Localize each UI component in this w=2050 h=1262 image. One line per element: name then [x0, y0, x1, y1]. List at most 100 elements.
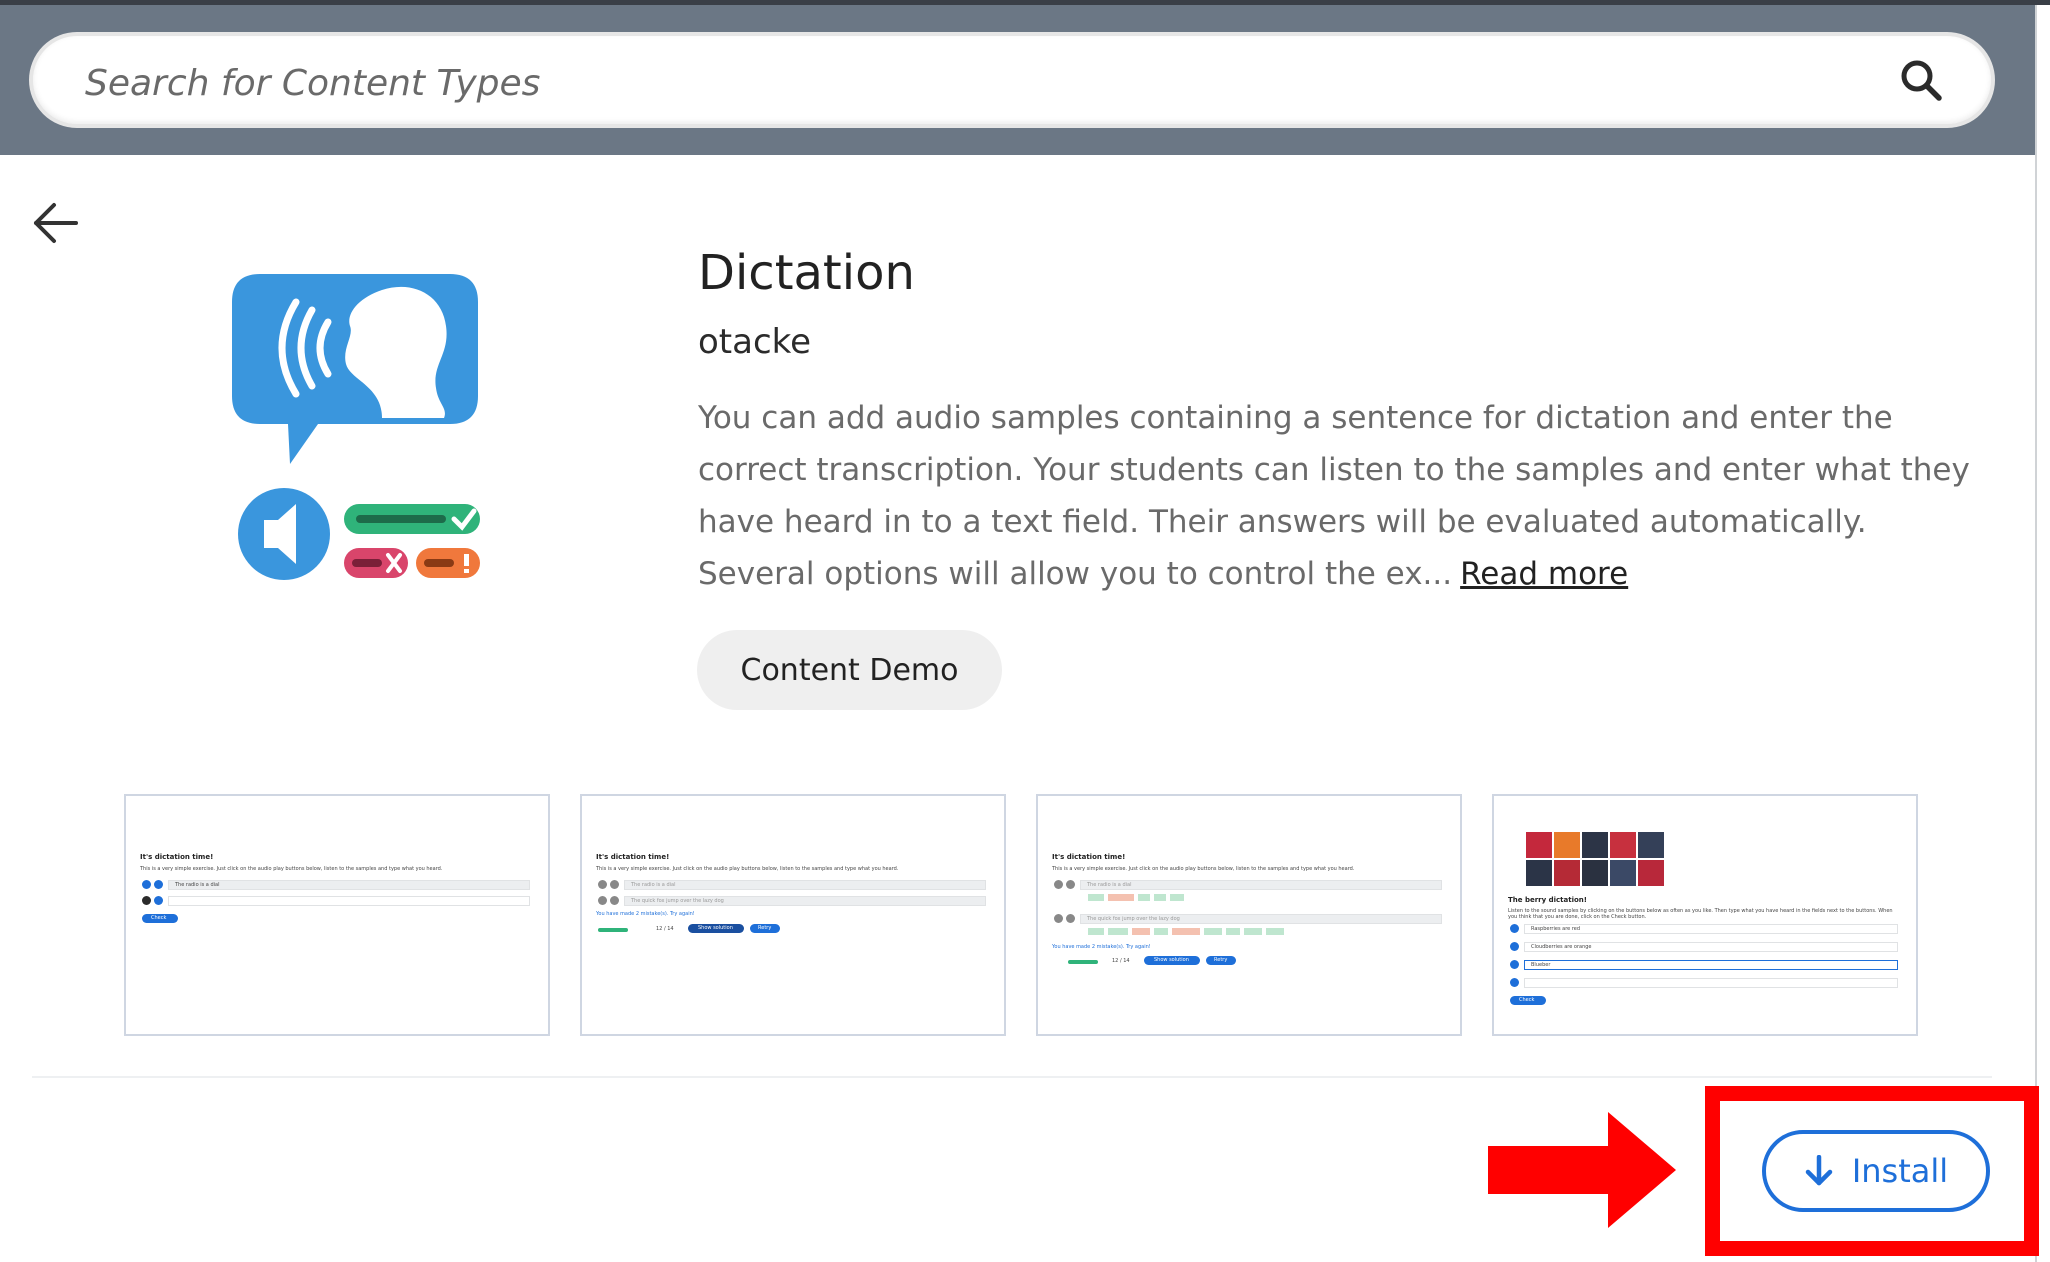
shot-input-row: The quick fox jump over the lazy dog [1080, 914, 1442, 924]
download-arrow-icon [1805, 1155, 1833, 1186]
shot-check-label: Check [151, 915, 167, 921]
slow-play-button-icon [154, 896, 163, 905]
berry-photo [1582, 860, 1608, 886]
search-icon[interactable] [1899, 58, 1943, 102]
slow-play-button-icon [154, 880, 163, 889]
shot-word-tag [1132, 928, 1150, 935]
shot-input-row: Raspberries are red [1524, 924, 1898, 934]
shot-row-text: The quick fox jump over the lazy dog [631, 898, 724, 904]
shot-row-text: The radio is a dial [631, 882, 676, 888]
berry-photo [1554, 832, 1580, 858]
shot-heading: It's dictation time! [596, 853, 670, 861]
play-button-icon [142, 880, 151, 889]
shot-input-row [168, 896, 530, 906]
scrollbar-track[interactable] [2035, 5, 2050, 1262]
shot-word-tag [1108, 894, 1134, 901]
screenshot-thumbnail-1[interactable]: It's dictation time! This is a very simp… [124, 794, 550, 1036]
play-button-icon [598, 880, 607, 889]
shot-button-label: Show solution [698, 925, 733, 931]
play-button-icon [1510, 978, 1519, 987]
shot-check-label: Check [1519, 997, 1535, 1003]
play-button-icon [1510, 942, 1519, 951]
shot-text: This is a very simple exercise. Just cli… [140, 866, 443, 872]
shot-word-tag [1154, 894, 1166, 901]
shot-row-text: The radio is a dial [175, 882, 220, 888]
shot-heading: It's dictation time! [140, 853, 214, 861]
berry-photo [1610, 860, 1636, 886]
shot-word-tag [1170, 894, 1184, 901]
berry-photo [1582, 832, 1608, 858]
berry-photo [1554, 860, 1580, 886]
shot-word-tag [1108, 928, 1128, 935]
shot-retry-button: Retry [750, 924, 780, 933]
shot-heading: It's dictation time! [1052, 853, 1126, 861]
content-author: otacke [698, 322, 812, 362]
shot-score-bar [1068, 960, 1098, 964]
back-arrow-icon[interactable] [30, 197, 82, 249]
content-description: You can add audio samples containing a s… [698, 392, 1988, 600]
description-text: You can add audio samples containing a s… [698, 400, 1970, 592]
shot-score-bar [598, 928, 628, 932]
shot-score: 12 / 14 [656, 926, 674, 932]
screenshot-thumbnail-4[interactable]: The berry dictation! Listen to the sound… [1492, 794, 1918, 1036]
shot-check-button: Check [142, 914, 178, 923]
play-button-icon [142, 896, 151, 905]
shot-button-label: Show solution [1154, 957, 1189, 963]
play-button-icon [1510, 924, 1519, 933]
shot-show-solution-button: Show solution [688, 924, 744, 933]
play-button-icon [1054, 880, 1063, 889]
shot-input-row: Blueber [1524, 960, 1898, 970]
shot-row-text: Raspberries are red [1531, 926, 1581, 932]
berry-photo [1638, 860, 1664, 886]
read-more-link[interactable]: Read more [1460, 556, 1628, 592]
search-input[interactable] [83, 54, 1837, 112]
berry-photo [1526, 832, 1552, 858]
shot-input-row: The radio is a dial [1080, 880, 1442, 890]
shot-word-tag [1266, 928, 1284, 935]
shot-input-row: Cloudberries are orange [1524, 942, 1898, 952]
content-title: Dictation [698, 245, 915, 301]
play-button-icon [598, 896, 607, 905]
shot-word-tag [1204, 928, 1222, 935]
shot-show-solution-button: Show solution [1144, 956, 1200, 965]
shot-text: This is a very simple exercise. Just cli… [1052, 866, 1355, 872]
shot-text: Listen to the sound samples by clicking … [1508, 908, 1893, 920]
shot-input-row: The quick fox jump over the lazy dog [624, 896, 986, 906]
shot-word-tag [1088, 894, 1104, 901]
shot-input-row: The radio is a dial [624, 880, 986, 890]
shot-word-tag [1172, 928, 1200, 935]
play-button-icon [1510, 960, 1519, 969]
shot-word-tag [1088, 928, 1104, 935]
install-button[interactable]: Install [1762, 1130, 1990, 1212]
slow-play-button-icon [1066, 880, 1075, 889]
shot-button-label: Retry [758, 925, 772, 931]
shot-button-label: Retry [1214, 957, 1228, 963]
screenshot-thumbnail-3[interactable]: It's dictation time! This is a very simp… [1036, 794, 1462, 1036]
section-divider [32, 1076, 1992, 1078]
shot-feedback: You have made 2 mistake(s). Try again! [1052, 944, 1151, 950]
shot-row-text: Blueber [1531, 962, 1551, 968]
shot-score: 12 / 14 [1112, 958, 1130, 964]
shot-feedback: You have made 2 mistake(s). Try again! [596, 911, 695, 917]
search-box [29, 32, 1995, 128]
slow-play-button-icon [1066, 914, 1075, 923]
shot-heading: The berry dictation! [1508, 896, 1587, 904]
berry-photo [1610, 832, 1636, 858]
slow-play-button-icon [610, 880, 619, 889]
berry-photo [1638, 832, 1664, 858]
shot-text: This is a very simple exercise. Just cli… [596, 866, 899, 872]
shot-row-text: The quick fox jump over the lazy dog [1087, 916, 1180, 922]
berry-photo [1526, 860, 1552, 886]
screenshot-thumbnail-2[interactable]: It's dictation time! This is a very simp… [580, 794, 1006, 1036]
shot-check-button: Check [1510, 996, 1546, 1005]
shot-input-row: The radio is a dial [168, 880, 530, 890]
content-demo-button[interactable]: Content Demo [697, 630, 1002, 710]
shot-word-tag [1154, 928, 1168, 935]
red-arrow-annotation-icon [1488, 1112, 1676, 1228]
slow-play-button-icon [610, 896, 619, 905]
shot-row-text: Cloudberries are orange [1531, 944, 1592, 950]
shot-word-tag [1244, 928, 1262, 935]
shot-input-row [1524, 978, 1898, 988]
install-label: Install [1851, 1152, 1949, 1190]
shot-row-text: The radio is a dial [1087, 882, 1132, 888]
